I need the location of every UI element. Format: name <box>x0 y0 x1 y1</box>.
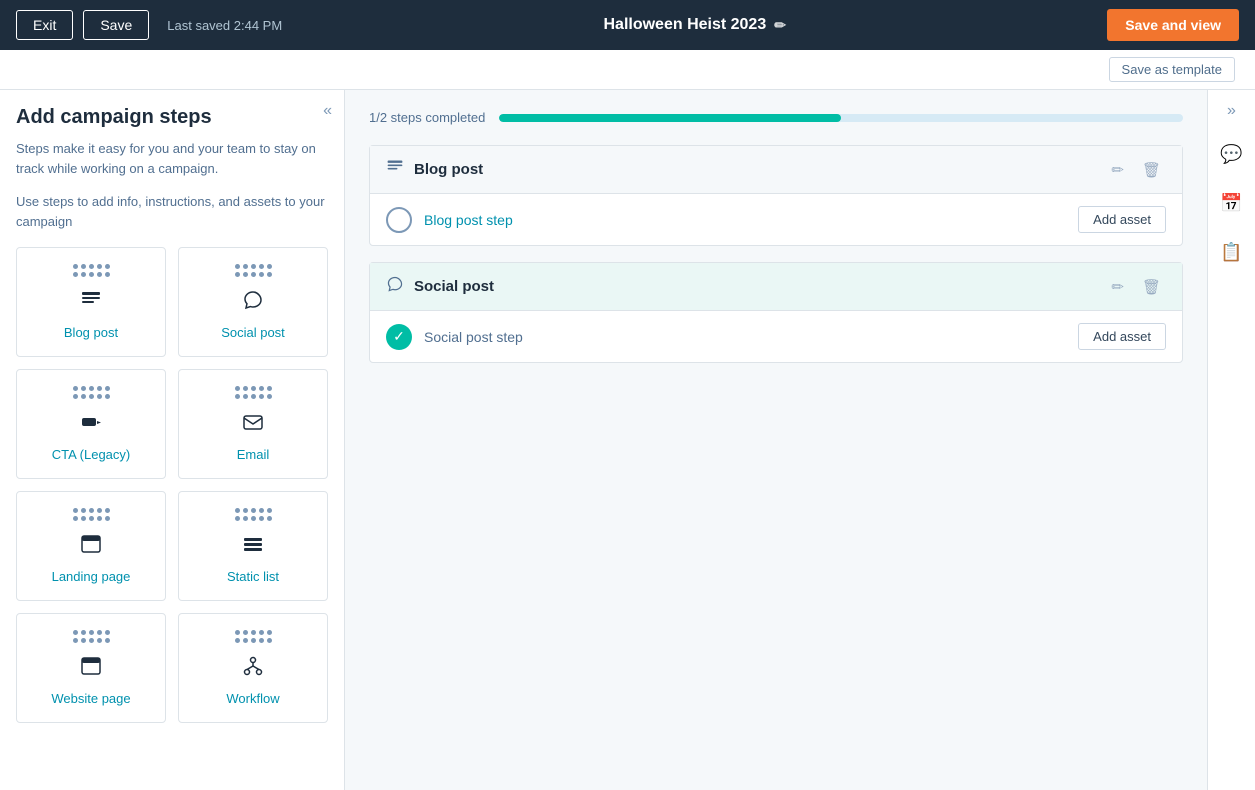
topbar: Exit Save Last saved 2:44 PM Halloween H… <box>0 0 1255 50</box>
progress-label: 1/2 steps completed <box>369 110 485 125</box>
step-card-dots-blog-post <box>73 264 110 277</box>
step-card-workflow[interactable]: Workflow <box>178 613 328 723</box>
delete-section-button-blog-post-section[interactable]: 🗑 <box>1137 159 1166 181</box>
clipboard-icon[interactable]: 📋 <box>1216 238 1246 267</box>
campaign-title: Halloween Heist 2023 <box>603 16 766 34</box>
add-asset-button-social-post-step[interactable]: Add asset <box>1078 323 1166 350</box>
progress-bar-fill <box>499 114 841 122</box>
step-card-icon-social-post <box>242 289 264 317</box>
collapse-right-panel-button[interactable]: » <box>1227 102 1236 120</box>
step-card-dots-static-list <box>235 508 272 521</box>
chat-icon[interactable]: 💬 <box>1216 140 1246 169</box>
main-layout: « Add campaign steps Steps make it easy … <box>0 90 1255 790</box>
step-card-icon-blog-post <box>80 289 102 317</box>
step-card-landing-page[interactable]: Landing page <box>16 491 166 601</box>
step-card-label-static-list: Static list <box>227 569 279 584</box>
step-card-static-list[interactable]: Static list <box>178 491 328 601</box>
step-card-icon-email <box>242 411 264 439</box>
step-card-label-website-page: Website page <box>51 691 130 706</box>
step-card-icon-static-list <box>242 533 264 561</box>
sidebar-instruction: Use steps to add info, instructions, and… <box>16 192 328 231</box>
step-card-dots-email <box>235 386 272 399</box>
step-card-label-cta-legacy: CTA (Legacy) <box>52 447 131 462</box>
step-card-dots-workflow <box>235 630 272 643</box>
step-cards-grid: Blog post Social post CTA (Legacy) Email… <box>16 247 328 739</box>
progress-row: 1/2 steps completed <box>369 110 1183 125</box>
edit-title-icon[interactable]: ✏ <box>774 17 786 34</box>
save-as-template-button[interactable]: Save as template <box>1109 57 1235 82</box>
left-sidebar: « Add campaign steps Steps make it easy … <box>0 90 345 790</box>
step-card-icon-cta-legacy <box>80 411 102 439</box>
section-actions-social-post-section: ✏ 🗑 <box>1106 276 1166 298</box>
step-card-dots-landing-page <box>73 508 110 521</box>
step-card-blog-post[interactable]: Blog post <box>16 247 166 357</box>
section-blog-post-section: Blog post ✏ 🗑 Blog post step Add asset <box>369 145 1183 246</box>
campaign-sections: Blog post ✏ 🗑 Blog post step Add asset S… <box>369 145 1183 363</box>
step-card-cta-legacy[interactable]: CTA (Legacy) <box>16 369 166 479</box>
section-header-social-post-section: Social post ✏ 🗑 <box>370 263 1182 311</box>
exit-button[interactable]: Exit <box>16 10 73 40</box>
save-and-view-button[interactable]: Save and view <box>1107 9 1239 41</box>
campaign-title-container: Halloween Heist 2023 ✏ <box>292 16 1097 34</box>
right-content: 1/2 steps completed Blog post ✏ 🗑 Blog p… <box>345 90 1207 790</box>
progress-bar-background <box>499 114 1183 122</box>
step-name-social-post-step: Social post step <box>424 329 1066 345</box>
sidebar-description: Steps make it easy for you and your team… <box>16 139 328 178</box>
edit-section-button-blog-post-section[interactable]: ✏ <box>1106 159 1129 181</box>
section-title-blog-post-section: Blog post <box>414 161 1096 178</box>
edit-section-button-social-post-section[interactable]: ✏ <box>1106 276 1129 298</box>
step-card-dots-social-post <box>235 264 272 277</box>
section-actions-blog-post-section: ✏ 🗑 <box>1106 159 1166 181</box>
right-panel: » 💬 📅 📋 <box>1207 90 1255 790</box>
step-name-blog-post-step: Blog post step <box>424 212 1066 228</box>
step-card-icon-website-page <box>80 655 102 683</box>
step-card-label-workflow: Workflow <box>226 691 279 706</box>
section-icon-social-post-section <box>386 275 404 298</box>
step-row-blog-post-step: Blog post step Add asset <box>370 194 1182 245</box>
step-card-label-social-post: Social post <box>221 325 285 340</box>
section-header-blog-post-section: Blog post ✏ 🗑 <box>370 146 1182 194</box>
add-asset-button-blog-post-step[interactable]: Add asset <box>1078 206 1166 233</box>
save-button[interactable]: Save <box>83 10 149 40</box>
last-saved-timestamp: Last saved 2:44 PM <box>167 18 282 33</box>
step-card-website-page[interactable]: Website page <box>16 613 166 723</box>
step-row-social-post-step: ✓ Social post step Add asset <box>370 311 1182 362</box>
section-title-social-post-section: Social post <box>414 278 1096 295</box>
step-card-social-post[interactable]: Social post <box>178 247 328 357</box>
section-social-post-section: Social post ✏ 🗑 ✓ Social post step Add a… <box>369 262 1183 363</box>
collapse-sidebar-button[interactable]: « <box>323 102 332 120</box>
step-card-dots-cta-legacy <box>73 386 110 399</box>
step-checkbox-social-post-step: ✓ <box>386 324 412 350</box>
step-card-dots-website-page <box>73 630 110 643</box>
step-card-label-blog-post: Blog post <box>64 325 118 340</box>
sidebar-title: Add campaign steps <box>16 106 328 129</box>
secondary-bar: Save as template <box>0 50 1255 90</box>
calendar-icon[interactable]: 📅 <box>1216 189 1246 218</box>
step-card-email[interactable]: Email <box>178 369 328 479</box>
delete-section-button-social-post-section[interactable]: 🗑 <box>1137 276 1166 298</box>
step-card-icon-landing-page <box>80 533 102 561</box>
step-card-label-email: Email <box>237 447 270 462</box>
step-card-label-landing-page: Landing page <box>52 569 131 584</box>
step-card-icon-workflow <box>242 655 264 683</box>
step-checkbox-blog-post-step <box>386 207 412 233</box>
section-icon-blog-post-section <box>386 158 404 181</box>
